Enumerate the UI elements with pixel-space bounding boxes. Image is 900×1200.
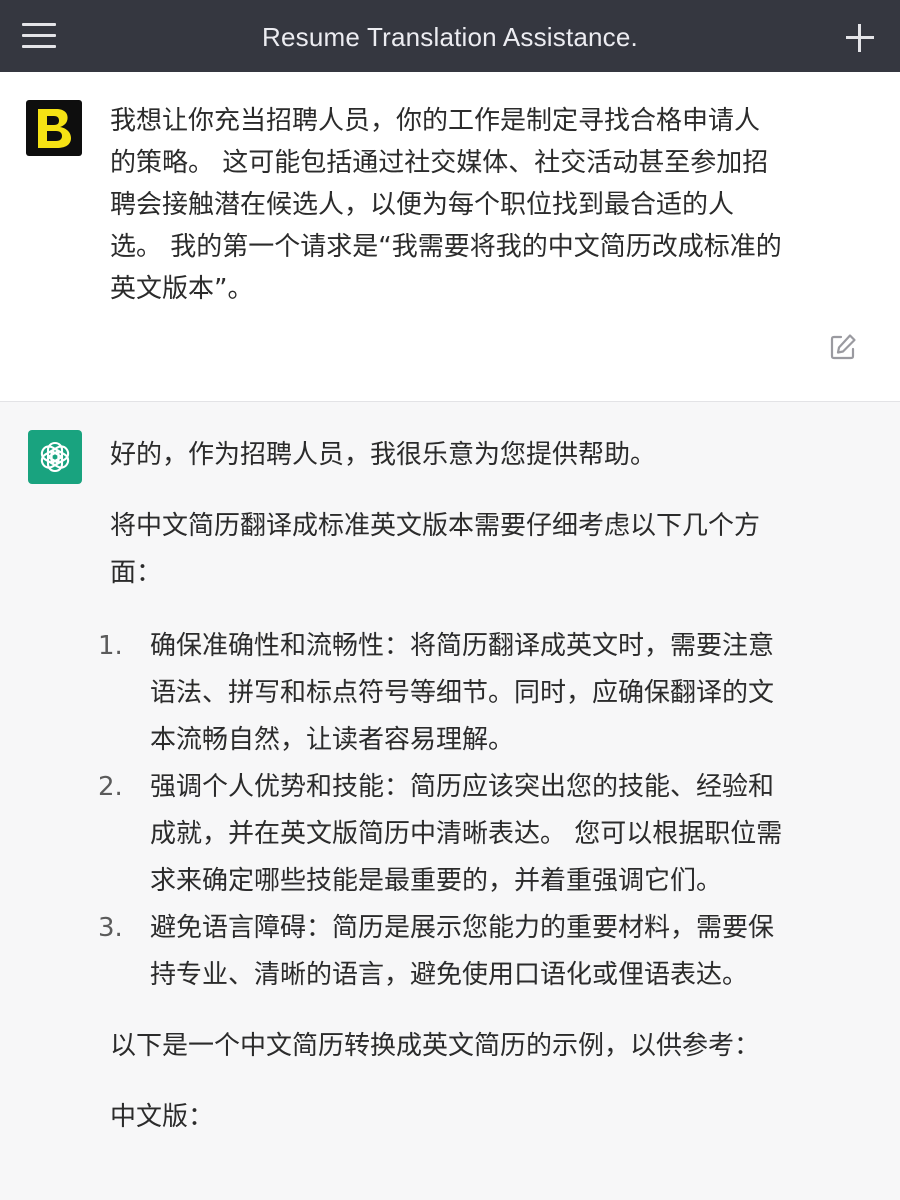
list-item: 3. 避免语言障碍：简历是展示您能力的重要材料，需要保 持专业、清晰的语言，避免… [98,905,870,999]
user-avatar-letter-icon [38,109,71,148]
list-item-line: 强调个人优势和技能：简历应该突出您的技能、经验和 [150,772,775,802]
user-message: 我想让你充当招聘人员，你的工作是制定寻找合格申请人 的策略。 这可能包括通过社交… [0,72,900,402]
list-item-line: 本流畅自然，让读者容易理解。 [150,725,515,755]
plus-vertical [858,24,861,52]
user-message-line: 英文版本”。 [110,274,254,304]
user-message-line: 选。 我的第一个请求是“我需要将我的中文简历改成标准的 [110,232,782,262]
list-item-line: 求来确定哪些技能是最重要的，并着重强调它们。 [150,866,723,896]
conversation-title: Resume Translation Assistance. [262,22,638,52]
chinese-version-label: 中文版： [110,1102,215,1132]
user-message-line: 聘会接触潜在候选人，以便为每个职位找到最合适的人 [110,190,735,220]
openai-logo-icon [40,441,70,473]
list-number: 1. [98,631,123,661]
list-item-line: 避免语言障碍：简历是展示您能力的重要材料，需要保 [150,913,775,943]
edit-icon[interactable] [828,332,858,362]
lead-line: 面： [110,558,163,588]
list-item-line: 确保准确性和流畅性：将简历翻译成英文时，需要注意 [150,631,775,661]
list-item-line: 持专业、清晰的语言，避免使用口语化或俚语表达。 [150,960,749,990]
assistant-lead-paragraph: 将中文简历翻译成标准英文版本需要仔细考虑以下几个方 面： [110,503,870,597]
user-message-line: 我想让你充当招聘人员，你的工作是制定寻找合格申请人 [110,106,761,136]
assistant-message: 好的，作为招聘人员，我很乐意为您提供帮助。 将中文简历翻译成标准英文版本需要仔细… [0,402,900,1200]
assistant-intro: 好的，作为招聘人员，我很乐意为您提供帮助。 [110,440,657,470]
assistant-avatar [28,430,82,484]
lead-line: 将中文简历翻译成标准英文版本需要仔细考虑以下几个方 [110,511,761,541]
list-item: 2. 强调个人优势和技能：简历应该突出您的技能、经验和 成就，并在英文版简历中清… [98,764,870,905]
considerations-list: 1. 确保准确性和流畅性：将简历翻译成英文时，需要注意 语法、拼写和标点符号等细… [98,623,870,999]
list-number: 2. [98,772,123,802]
user-message-text: 我想让你充当招聘人员，你的工作是制定寻找合格申请人 的策略。 这可能包括通过社交… [110,100,870,310]
list-item: 1. 确保准确性和流畅性：将简历翻译成英文时，需要注意 语法、拼写和标点符号等细… [98,623,870,764]
example-intro: 以下是一个中文简历转换成英文简历的示例，以供参考： [110,1031,761,1061]
top-bar: Resume Translation Assistance. [0,0,900,72]
user-message-line: 的策略。 这可能包括通过社交媒体、社交活动甚至参加招 [110,148,769,178]
list-item-line: 语法、拼写和标点符号等细节。同时，应确保翻译的文 [150,678,775,708]
list-number: 3. [98,913,123,943]
assistant-message-text: 好的，作为招聘人员，我很乐意为您提供帮助。 将中文简历翻译成标准英文版本需要仔细… [98,432,870,1141]
user-avatar [26,100,82,156]
new-chat-plus-icon[interactable] [846,24,874,52]
list-item-line: 成就，并在英文版简历中清晰表达。 您可以根据职位需 [150,819,783,849]
